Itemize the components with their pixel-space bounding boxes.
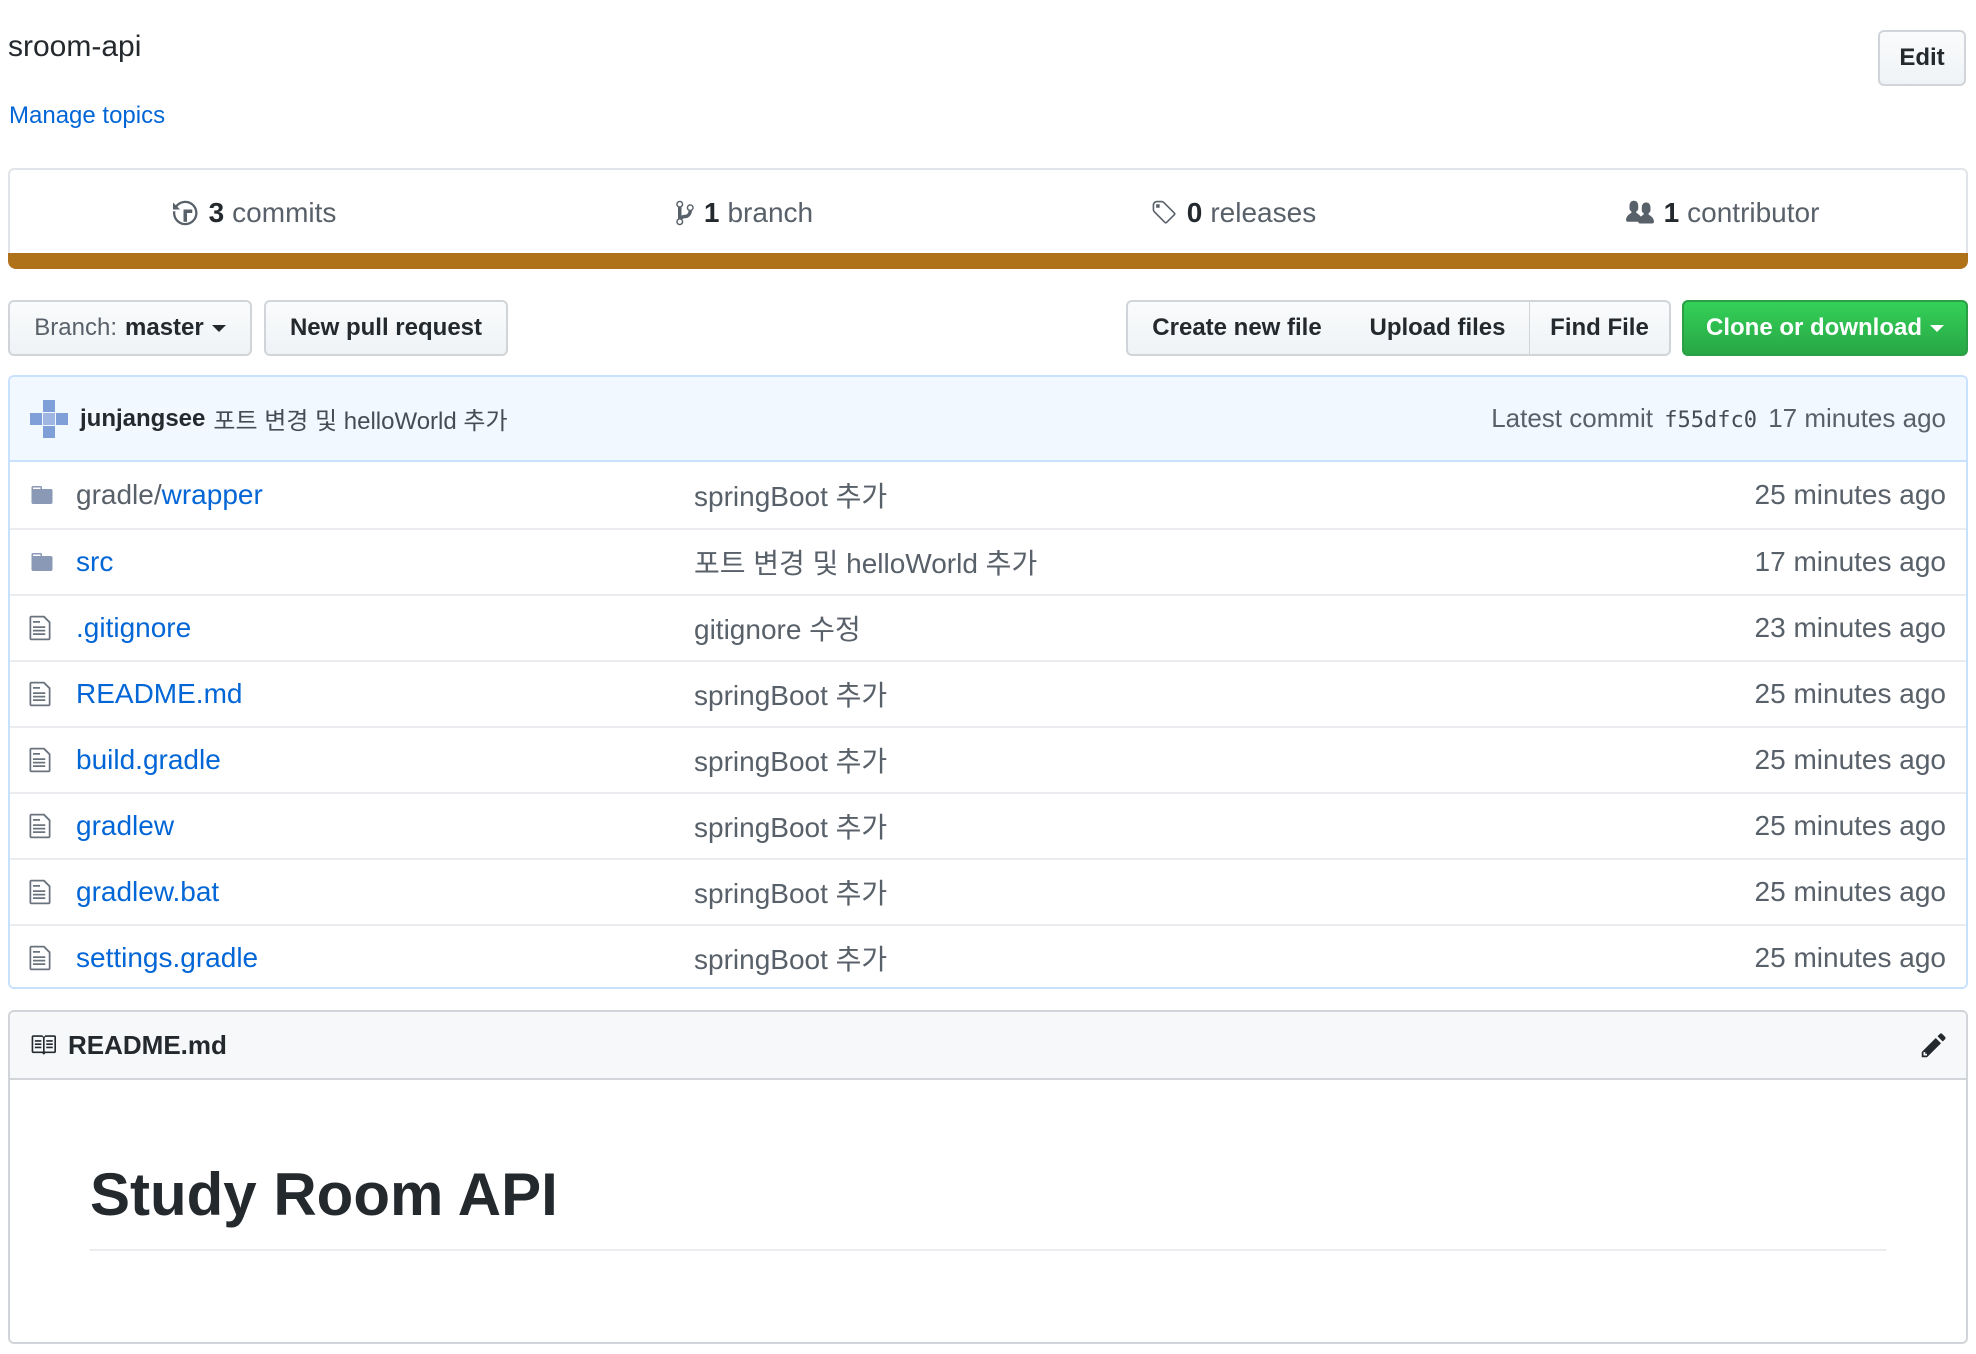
manage-topics-link[interactable]: Manage topics: [9, 102, 165, 130]
branch-select-button[interactable]: Branch: master: [8, 300, 252, 356]
file-icon: [28, 812, 62, 840]
file-table: junjangsee 포트 변경 및 helloWorld 추가 Latest …: [8, 375, 1968, 989]
file-name-link[interactable]: gradle/wrapper: [76, 479, 694, 511]
readme-header: README.md: [10, 1012, 1966, 1080]
file-commit-age: 25 minutes ago: [1754, 479, 1946, 510]
file-commit-message[interactable]: springBoot 추가: [694, 806, 1755, 846]
file-name-link[interactable]: src: [76, 546, 694, 578]
table-row: gradlew.bat springBoot 추가 25 minutes ago: [10, 858, 1966, 924]
find-file-button[interactable]: Find File: [1529, 300, 1671, 356]
file-name-link[interactable]: .gitignore: [76, 612, 694, 644]
file-commit-message[interactable]: 포트 변경 및 helloWorld 추가: [694, 542, 1755, 582]
tag-icon: [1152, 200, 1176, 224]
latest-commit-label: Latest commit: [1491, 403, 1654, 433]
people-icon: [1625, 200, 1654, 224]
table-row: gradlew springBoot 추가 25 minutes ago: [10, 792, 1966, 858]
file-name: gradlew.bat: [76, 876, 220, 907]
commit-message[interactable]: 포트 변경 및 helloWorld 추가: [213, 401, 507, 436]
readme-content: Study Room API: [10, 1080, 1966, 1251]
file-icon: [28, 614, 62, 642]
contributors-label: contributor: [1687, 197, 1820, 228]
contributors-link[interactable]: 1 contributor: [1477, 170, 1966, 256]
file-commit-age: 17 minutes ago: [1754, 546, 1946, 577]
file-commit-message[interactable]: springBoot 추가: [694, 938, 1755, 978]
upload-files-button[interactable]: Upload files: [1346, 300, 1531, 356]
file-commit-age: 25 minutes ago: [1754, 678, 1946, 709]
file-name: gradlew: [76, 810, 175, 841]
file-name-link[interactable]: settings.gradle: [76, 942, 694, 974]
file-name-link[interactable]: gradlew: [76, 810, 694, 842]
table-row: build.gradle springBoot 추가 25 minutes ago: [10, 726, 1966, 792]
releases-link[interactable]: 0 releases: [988, 170, 1477, 256]
file-name: src: [76, 546, 114, 577]
file-commit-age: 25 minutes ago: [1754, 744, 1946, 775]
file-commit-message[interactable]: gitignore 수정: [694, 608, 1755, 648]
file-icon: [28, 944, 62, 972]
file-list: gradle/wrapper springBoot 추가 25 minutes ag…: [10, 462, 1966, 987]
readme-panel: README.md Study Room API: [8, 1010, 1968, 1344]
create-new-file-button[interactable]: Create new file: [1126, 300, 1348, 356]
contributors-count: 1: [1663, 197, 1680, 228]
file-commit-age: 25 minutes ago: [1754, 876, 1946, 907]
table-row: gradle/wrapper springBoot 추가 25 minutes ag…: [10, 462, 1966, 528]
readme-filename: README.md: [68, 1029, 227, 1060]
file-name: settings.gradle: [76, 942, 259, 973]
file-commit-age: 23 minutes ago: [1754, 612, 1946, 643]
avatar[interactable]: [30, 399, 68, 438]
commits-link[interactable]: 3 commits: [10, 170, 499, 256]
numbers-summary: 3 commits 1 branch 0 releases 1 contribu…: [8, 168, 1968, 256]
releases-label: releases: [1210, 197, 1317, 228]
book-icon: [31, 1035, 56, 1055]
branches-count: 1: [703, 197, 720, 228]
caret-down-icon: [1930, 324, 1944, 332]
branch-prefix: Branch:: [34, 314, 117, 341]
file-name-link[interactable]: README.md: [76, 678, 694, 710]
branches-label: branch: [727, 197, 814, 228]
new-pull-request-button[interactable]: New pull request: [264, 300, 508, 356]
git-branch-icon: [676, 200, 694, 226]
file-commit-age: 25 minutes ago: [1754, 810, 1946, 841]
clone-or-download-button[interactable]: Clone or download: [1682, 300, 1968, 356]
table-row: .gitignore gitignore 수정 23 minutes ago: [10, 594, 1966, 660]
repo-description: sroom-api: [8, 30, 142, 63]
file-name: build.gradle: [76, 744, 221, 775]
latest-commit-info: Latest commit f55dfc0 17 minutes ago: [1491, 403, 1946, 434]
file-icon: [28, 680, 62, 708]
file-icon: [28, 878, 62, 906]
table-row: src 포트 변경 및 helloWorld 추가 17 minutes ago: [10, 528, 1966, 594]
file-commit-message[interactable]: springBoot 추가: [694, 872, 1755, 912]
commit-age: 17 minutes ago: [1768, 403, 1946, 433]
file-name-prefix: gradle/: [76, 479, 162, 510]
table-row: settings.gradle springBoot 추가 25 minutes a…: [10, 924, 1966, 987]
file-name-link[interactable]: gradlew.bat: [76, 876, 694, 908]
readme-heading: Study Room API: [90, 1160, 1886, 1251]
caret-down-icon: [211, 324, 226, 332]
file-commit-age: 25 minutes ago: [1754, 942, 1946, 973]
pencil-icon[interactable]: [1920, 1031, 1948, 1059]
file-name: README.md: [76, 678, 243, 709]
releases-count: 0: [1186, 197, 1203, 228]
file-commit-message[interactable]: springBoot 추가: [694, 475, 1755, 515]
language-bar[interactable]: [8, 253, 1968, 269]
file-name: .gitignore: [76, 612, 192, 643]
latest-commit-bar: junjangsee 포트 변경 및 helloWorld 추가 Latest …: [10, 377, 1966, 462]
file-name: wrapper: [161, 479, 263, 510]
edit-description-button[interactable]: Edit: [1878, 30, 1966, 86]
table-row: README.md springBoot 추가 25 minutes ago: [10, 660, 1966, 726]
commit-sha[interactable]: f55dfc0: [1664, 408, 1757, 433]
branches-link[interactable]: 1 branch: [499, 170, 988, 256]
commit-author[interactable]: junjangsee: [80, 405, 205, 433]
clone-label: Clone or download: [1706, 314, 1922, 341]
file-icon: [28, 746, 62, 774]
file-name-link[interactable]: build.gradle: [76, 744, 694, 776]
branch-name: master: [125, 314, 204, 341]
file-commit-message[interactable]: springBoot 추가: [694, 674, 1755, 714]
directory-icon: [28, 483, 62, 507]
commits-label: commits: [232, 197, 337, 228]
file-commit-message[interactable]: springBoot 추가: [694, 740, 1755, 780]
commits-count: 3: [208, 197, 225, 228]
history-icon: [172, 200, 198, 226]
directory-icon: [28, 550, 62, 574]
